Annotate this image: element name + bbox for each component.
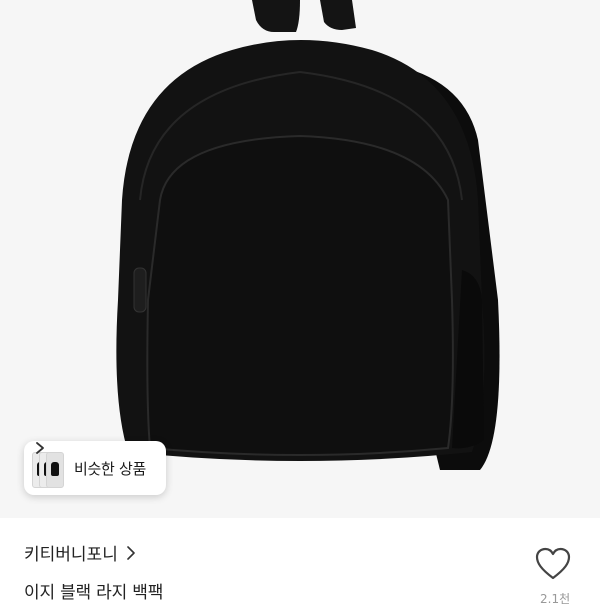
heart-outline-icon[interactable] bbox=[533, 544, 573, 584]
chevron-right-icon bbox=[127, 545, 135, 560]
product-info: 키티버니포니 이지 블랙 라지 백팩 2.1천 bbox=[0, 518, 600, 606]
brand-name: 키티버니포니 bbox=[24, 545, 118, 565]
similar-products-button[interactable]: 비슷한 상품 bbox=[24, 441, 166, 495]
zipper-pull bbox=[133, 267, 147, 313]
chevron-right-icon bbox=[36, 442, 44, 454]
product-image[interactable]: 비슷한 상품 bbox=[0, 0, 600, 518]
thumbnail bbox=[46, 452, 64, 488]
product-title: 이지 블랙 라지 백팩 bbox=[24, 583, 164, 603]
brand-link[interactable]: 키티버니포니 bbox=[24, 540, 136, 565]
similar-products-label: 비슷한 상품 bbox=[74, 459, 146, 478]
backpack-top-handle bbox=[252, 0, 300, 32]
backpack-strap bbox=[320, 0, 356, 30]
backpack-front-pocket bbox=[146, 134, 454, 456]
like-count: 2.1천 bbox=[540, 592, 571, 606]
